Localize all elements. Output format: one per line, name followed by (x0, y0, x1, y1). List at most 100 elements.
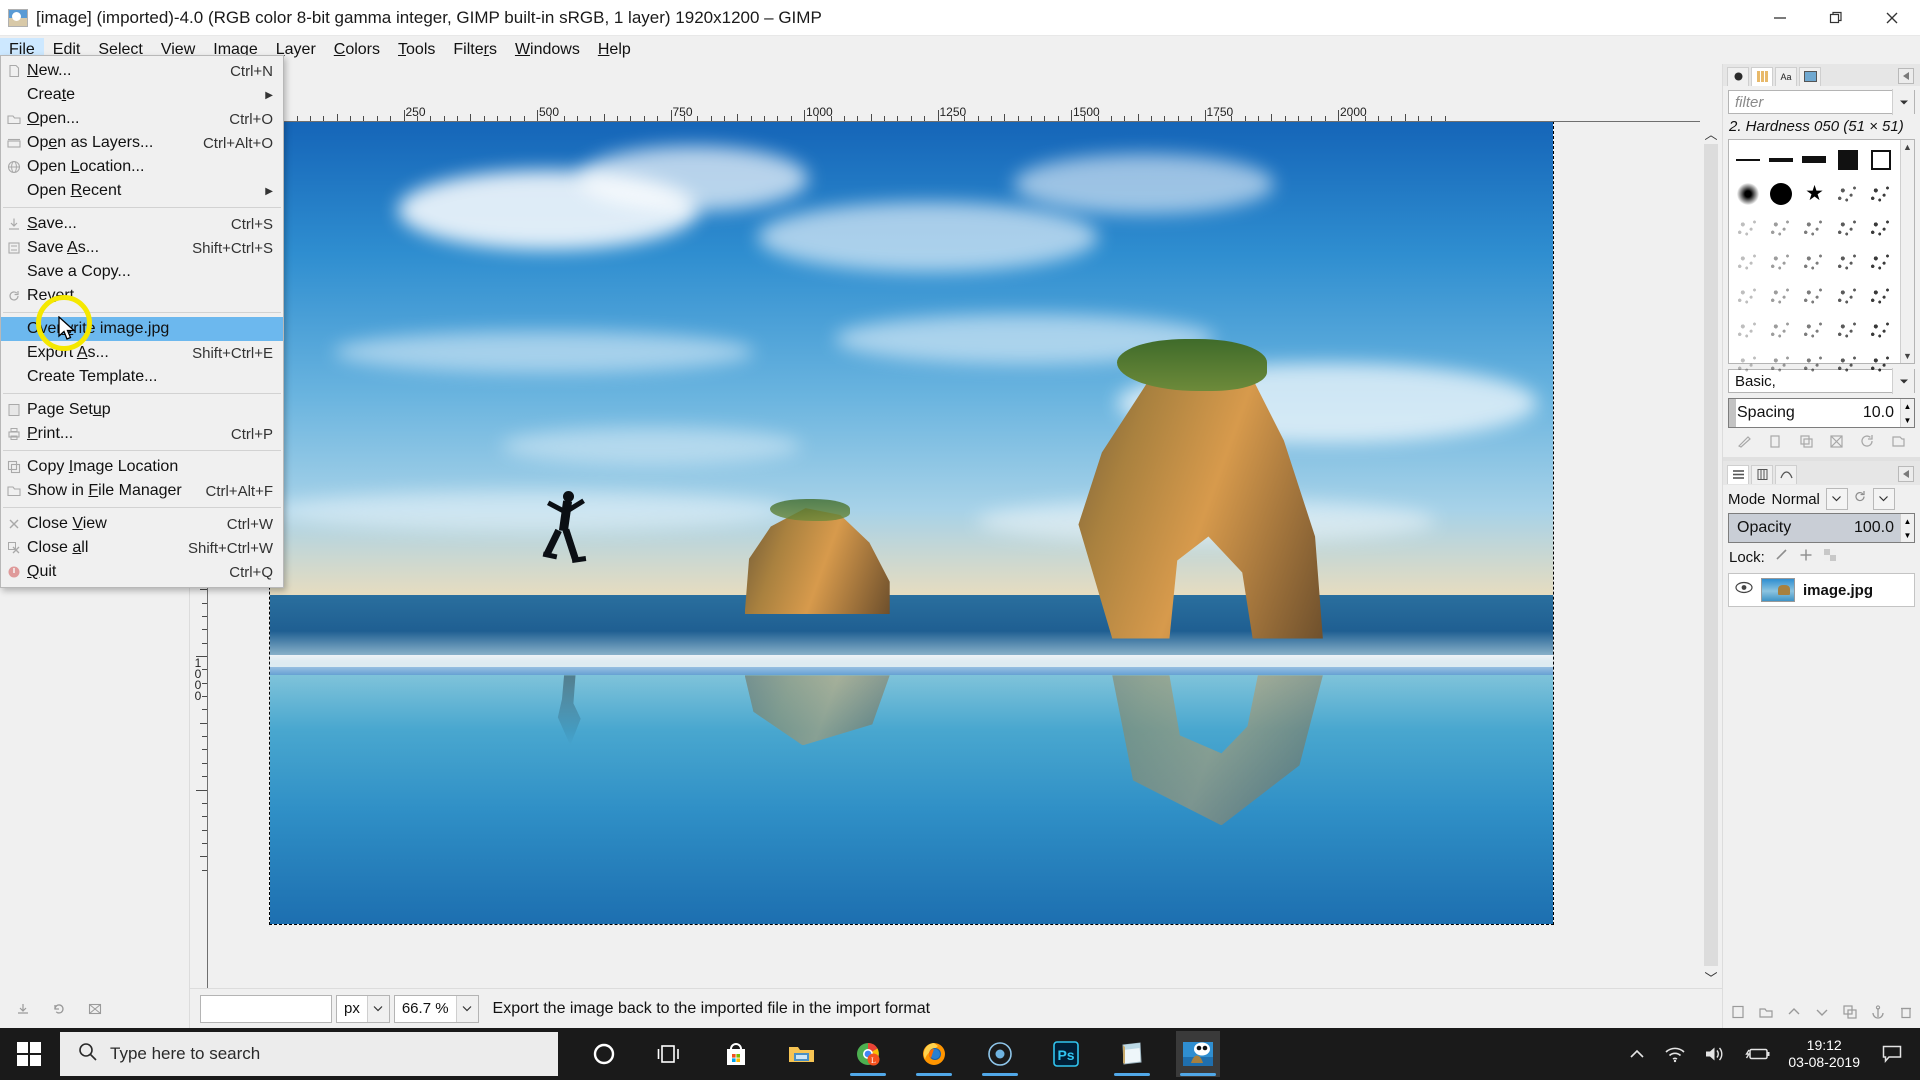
menubar-item-tools[interactable]: Tools (389, 38, 444, 62)
brush-swatch-fuzz-a[interactable] (1732, 279, 1764, 312)
brush-swatch-grunge-b[interactable] (1832, 211, 1864, 244)
notifications-icon[interactable] (1878, 1045, 1906, 1063)
file-menu-item-open-as-layers[interactable]: Open as Layers...Ctrl+Alt+O (1, 131, 283, 155)
spacing-stepper[interactable]: ▲ ▼ (1900, 399, 1914, 427)
microsoft-store-icon[interactable] (714, 1031, 758, 1077)
menubar-item-windows[interactable]: Windows (506, 38, 589, 62)
image-canvas[interactable] (270, 122, 1553, 924)
lower-layer-icon[interactable] (1815, 1005, 1829, 1024)
cd-player-icon[interactable] (978, 1031, 1022, 1077)
brush-swatch-noise-a[interactable] (1732, 245, 1764, 278)
file-menu-item-overwrite-image-jpg[interactable]: Overwrite image.jpg (1, 317, 283, 341)
brush-swatch-grunge-c[interactable] (1865, 211, 1897, 244)
speaker-icon[interactable] (1704, 1045, 1726, 1063)
opacity-stepper[interactable]: ▲ ▼ (1900, 514, 1914, 542)
composite-mode-button[interactable] (1873, 488, 1895, 510)
brush-swatch-line-med[interactable] (1765, 143, 1797, 176)
fonts-tab[interactable]: Aa (1775, 67, 1797, 86)
anchor-layer-icon[interactable] (1871, 1005, 1885, 1024)
brush-swatch-square-block[interactable] (1832, 143, 1864, 176)
patterns-tab[interactable] (1751, 67, 1773, 86)
file-menu-item-close-all[interactable]: Close allShift+Ctrl+W (1, 536, 283, 560)
brushes-tab[interactable] (1727, 67, 1749, 86)
file-menu-item-quit[interactable]: QuitCtrl+Q (1, 560, 283, 584)
close-button[interactable] (1864, 0, 1920, 36)
scroll-down-icon[interactable]: ▼ (1901, 349, 1914, 363)
brush-swatch-grunge-a[interactable] (1798, 211, 1830, 244)
opacity-slider[interactable]: Opacity 100.0 ▲ ▼ (1728, 513, 1915, 543)
mode-dropdown-button[interactable] (1826, 488, 1848, 510)
brush-swatch-dot-soft[interactable] (1732, 177, 1764, 210)
canvas-viewport[interactable] (208, 122, 1700, 988)
firefox-icon[interactable] (912, 1031, 956, 1077)
spacing-slider[interactable]: Spacing 10.0 ▲ ▼ (1728, 398, 1915, 428)
layers-dock-menu-button[interactable] (1898, 466, 1914, 482)
brush-swatch-spray-c[interactable] (1798, 347, 1830, 380)
brush-swatch-speckle-b[interactable] (1765, 211, 1797, 244)
start-button[interactable] (0, 1028, 58, 1080)
cortana-icon[interactable] (582, 1031, 626, 1077)
file-explorer-icon[interactable] (780, 1031, 824, 1077)
document-history-tab[interactable] (1799, 67, 1821, 86)
chevron-up-icon[interactable] (1628, 1047, 1646, 1061)
brush-swatch-spray-a[interactable] (1732, 347, 1764, 380)
layer-row[interactable]: image.jpg (1728, 573, 1915, 607)
stepper-up-icon[interactable]: ▲ (1901, 514, 1914, 528)
vertical-scroll-thumb[interactable] (1704, 144, 1718, 966)
duplicate-layer-icon[interactable] (1843, 1005, 1857, 1024)
photoshop-icon[interactable]: Ps (1044, 1031, 1088, 1077)
brush-swatch-dust-d[interactable] (1832, 313, 1864, 346)
file-menu-item-close-view[interactable]: Close ViewCtrl+W (1, 512, 283, 536)
notepad-icon[interactable] (1110, 1031, 1154, 1077)
brush-swatch-fuzz-d[interactable] (1832, 279, 1864, 312)
scroll-up-icon[interactable]: ▲ (1901, 140, 1914, 154)
lock-alpha-icon[interactable] (1823, 548, 1837, 567)
new-layer-icon[interactable] (1731, 1005, 1745, 1024)
brush-swatch-dust-c[interactable] (1798, 313, 1830, 346)
scroll-up-icon[interactable]: ︿ (1700, 122, 1722, 144)
brush-swatch-spray-d[interactable] (1832, 347, 1864, 380)
brush-swatch-noise-b[interactable] (1765, 245, 1797, 278)
chevron-down-icon[interactable] (367, 996, 389, 1022)
brush-swatch-spray-b[interactable] (1765, 347, 1797, 380)
brush-swatch-star[interactable]: ★ (1798, 177, 1830, 210)
file-menu-item-copy-image-location[interactable]: Copy Image Location (1, 455, 283, 479)
brush-swatch-splatter-b[interactable] (1865, 177, 1897, 210)
wifi-icon[interactable] (1664, 1045, 1686, 1063)
google-chrome-icon[interactable]: L (846, 1031, 890, 1077)
brush-swatch-square-outline[interactable] (1865, 143, 1897, 176)
file-menu-item-export-as[interactable]: Export As...Shift+Ctrl+E (1, 341, 283, 365)
gimp-icon[interactable] (1176, 1031, 1220, 1077)
vertical-scrollbar[interactable]: ︿ ﹀ (1700, 122, 1722, 988)
scroll-down-icon[interactable]: ﹀ (1700, 966, 1722, 988)
brush-swatch-circle-hard[interactable] (1765, 177, 1797, 210)
layer-visibility-icon[interactable] (1735, 581, 1753, 599)
new-brush-icon[interactable] (1768, 434, 1783, 454)
restore-button[interactable] (1808, 0, 1864, 36)
file-menu-item-print[interactable]: Print...Ctrl+P (1, 422, 283, 446)
unit-selector[interactable]: px (336, 995, 390, 1023)
brush-swatch-fuzz-b[interactable] (1765, 279, 1797, 312)
refresh-brushes-icon[interactable] (1860, 434, 1875, 454)
brush-grid-scrollbar[interactable]: ▲ ▼ (1900, 140, 1914, 363)
brush-swatch-fuzz-e[interactable] (1865, 279, 1897, 312)
file-menu-item-create-template[interactable]: Create Template... (1, 365, 283, 389)
minimize-button[interactable] (1752, 0, 1808, 36)
brush-swatch-splatter-a[interactable] (1832, 177, 1864, 210)
brush-swatch-line-thin[interactable] (1732, 143, 1764, 176)
new-group-icon[interactable] (1759, 1005, 1773, 1024)
delete-layer-icon[interactable] (1899, 1005, 1913, 1024)
file-menu-item-open[interactable]: Open...Ctrl+O (1, 107, 283, 131)
undo-history-icon[interactable] (52, 1002, 66, 1021)
file-menu-item-open-recent[interactable]: Open Recent▶ (1, 179, 283, 203)
stepper-down-icon[interactable]: ▼ (1901, 528, 1914, 542)
file-menu-item-save-a-copy[interactable]: Save a Copy... (1, 260, 283, 284)
lock-position-icon[interactable] (1799, 548, 1813, 567)
chevron-down-icon[interactable] (456, 996, 478, 1022)
file-menu-item-save-as[interactable]: Save As...Shift+Ctrl+S (1, 236, 283, 260)
file-menu-item-revert[interactable]: Revert (1, 284, 283, 308)
brush-swatch-spray-e[interactable] (1865, 347, 1897, 380)
menubar-item-filters[interactable]: Filters (444, 38, 506, 62)
open-brush-icon[interactable] (1891, 434, 1906, 454)
brush-grid[interactable]: ★ ▲ ▼ (1728, 139, 1915, 364)
